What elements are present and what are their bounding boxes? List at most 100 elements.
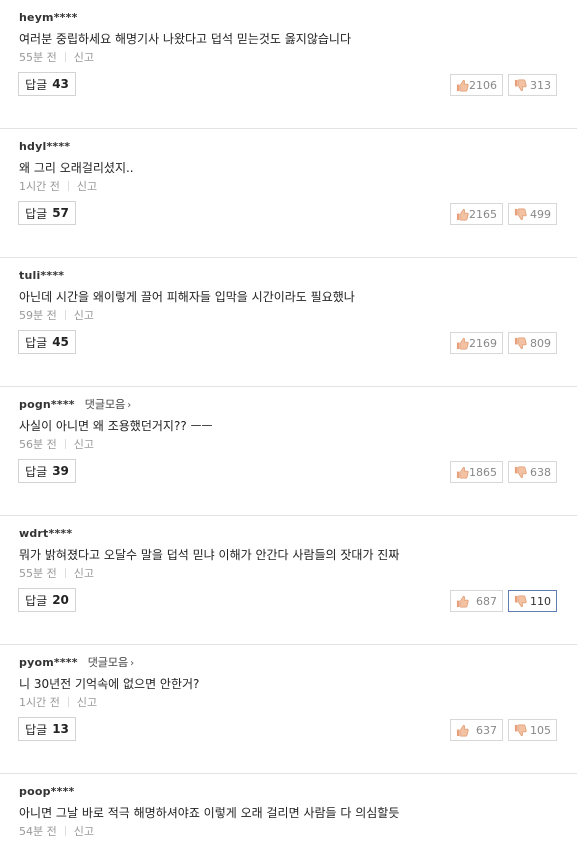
- reply-count: 13: [52, 722, 69, 736]
- comment-item: wdrt**** 뭐가 밝혀졌다고 오달수 말을 덥석 믿냐 이해가 안간다 사람…: [0, 516, 577, 645]
- reply-label: 답글: [25, 335, 48, 350]
- reply-button[interactable]: 답글 13: [18, 717, 76, 741]
- comment-time: 1시간 전: [19, 180, 60, 193]
- comment-time: 59분 전: [19, 309, 57, 322]
- reply-count: 45: [52, 335, 69, 349]
- dislike-count: 110: [530, 594, 551, 608]
- dislike-count: 499: [530, 207, 551, 221]
- comment-author[interactable]: tuli****: [19, 269, 64, 282]
- chevron-right-icon: ›: [127, 400, 132, 411]
- dislike-count: 313: [530, 78, 551, 92]
- comment-author[interactable]: hdyl****: [19, 140, 70, 153]
- comment-item: poop**** 아니면 그날 바로 적극 해명하셔야죠 이렇게 오래 걸리면 사…: [0, 774, 577, 854]
- like-count: 2165: [469, 207, 497, 221]
- like-count: 2106: [469, 78, 497, 92]
- author-line: tuli****: [19, 267, 64, 283]
- thumbs-down-icon: [514, 466, 527, 479]
- comment-item: heym**** 여러분 중립하세요 해명기사 나왔다고 덥석 믿는것도 옳지않습…: [0, 0, 577, 129]
- comment-author[interactable]: wdrt****: [19, 527, 72, 540]
- like-count: 637: [476, 723, 497, 737]
- comment-item: pogn**** 댓글모음 › 사실이 아니면 왜 조용했던거지?? ㅡㅡ 56분 전 신…: [0, 387, 577, 516]
- dislike-button[interactable]: 638: [508, 461, 557, 483]
- like-button[interactable]: 687: [450, 590, 503, 612]
- reply-button[interactable]: 답글 39: [18, 459, 76, 483]
- reply-button[interactable]: 답글 57: [18, 201, 76, 225]
- reply-button[interactable]: 답글 45: [18, 330, 76, 354]
- thumbs-up-icon: [456, 79, 469, 92]
- report-link[interactable]: 신고: [74, 49, 94, 65]
- report-link[interactable]: 신고: [77, 178, 97, 194]
- dislike-count: 638: [530, 465, 551, 479]
- report-link[interactable]: 신고: [74, 436, 94, 452]
- reply-button[interactable]: 답글 20: [18, 588, 76, 612]
- reply-label: 답글: [25, 206, 48, 221]
- like-button[interactable]: 2165: [450, 203, 503, 225]
- like-button[interactable]: 637: [450, 719, 503, 741]
- comment-meta: 59분 전 신고: [19, 307, 94, 323]
- comment-author[interactable]: pyom****: [19, 656, 78, 669]
- thumbs-up-icon: [456, 595, 469, 608]
- comment-text: 왜 그리 오래걸리셨지..: [19, 161, 134, 175]
- like-button[interactable]: 2106: [450, 74, 503, 96]
- author-line: pogn**** 댓글모음 ›: [19, 396, 131, 412]
- comment-item: pyom**** 댓글모음 › 니 30년전 기억속에 없으면 안한거? 1시간 전 신고…: [0, 645, 577, 774]
- like-button[interactable]: 2169: [450, 332, 503, 354]
- reply-button[interactable]: 답글 43: [18, 72, 76, 96]
- meta-divider: [64, 439, 66, 449]
- comment-author[interactable]: pogn****: [19, 398, 75, 411]
- dislike-button[interactable]: 105: [508, 719, 557, 741]
- author-line: wdrt****: [19, 525, 72, 541]
- comment-meta: 54분 전 신고: [19, 823, 94, 839]
- thumbs-down-icon: [514, 208, 527, 221]
- comment-text: 사실이 아니면 왜 조용했던거지?? ㅡㅡ: [19, 419, 213, 433]
- meta-divider: [67, 697, 69, 707]
- comment-text: 뭐가 밝혀졌다고 오달수 말을 덥석 믿냐 이해가 안간다 사람들의 잣대가 진…: [19, 548, 400, 562]
- dislike-button[interactable]: 313: [508, 74, 557, 96]
- report-link[interactable]: 신고: [74, 565, 94, 581]
- comment-collection-label: 댓글모음: [87, 656, 129, 669]
- author-line: heym****: [19, 9, 78, 25]
- reply-label: 답글: [25, 77, 48, 92]
- comment-meta: 56분 전 신고: [19, 436, 94, 452]
- like-count: 687: [476, 594, 497, 608]
- comment-item: hdyl**** 왜 그리 오래걸리셨지.. 1시간 전 신고 답글 57 2165 499: [0, 129, 577, 258]
- comment-meta: 1시간 전 신고: [19, 178, 97, 194]
- comment-text: 니 30년전 기억속에 없으면 안한거?: [19, 677, 200, 691]
- comment-meta: 55분 전 신고: [19, 565, 94, 581]
- comment-author[interactable]: poop****: [19, 785, 74, 798]
- author-line: pyom**** 댓글모음 ›: [19, 654, 134, 670]
- comment-item: tuli**** 아닌데 시간을 왜이렇게 끌어 피해자들 입막을 시간이라도 필…: [0, 258, 577, 387]
- like-count: 1865: [469, 465, 497, 479]
- thumbs-up-icon: [456, 208, 469, 221]
- thumbs-down-icon: [514, 724, 527, 737]
- like-button[interactable]: 1865: [450, 461, 503, 483]
- reply-label: 답글: [25, 593, 48, 608]
- reply-count: 39: [52, 464, 69, 478]
- chevron-right-icon: ›: [130, 658, 135, 669]
- comment-meta: 1시간 전 신고: [19, 694, 97, 710]
- report-link[interactable]: 신고: [74, 307, 94, 323]
- comment-collection-link[interactable]: 댓글모음 ›: [88, 654, 134, 670]
- reply-label: 답글: [25, 722, 48, 737]
- reply-count: 20: [52, 593, 69, 607]
- thumbs-down-icon: [514, 595, 527, 608]
- dislike-button[interactable]: 809: [508, 332, 557, 354]
- thumbs-up-icon: [456, 466, 469, 479]
- thumbs-down-icon: [514, 337, 527, 350]
- meta-divider: [64, 826, 66, 836]
- dislike-count: 105: [530, 723, 551, 737]
- author-line: poop****: [19, 783, 74, 799]
- comment-time: 56분 전: [19, 438, 57, 451]
- thumbs-up-icon: [456, 724, 469, 737]
- comment-author[interactable]: heym****: [19, 11, 78, 24]
- comment-collection-link[interactable]: 댓글모음 ›: [85, 396, 131, 412]
- dislike-button[interactable]: 499: [508, 203, 557, 225]
- meta-divider: [64, 568, 66, 578]
- meta-divider: [64, 52, 66, 62]
- reply-label: 답글: [25, 464, 48, 479]
- dislike-button[interactable]: 110: [508, 590, 557, 612]
- report-link[interactable]: 신고: [74, 823, 94, 839]
- comment-text: 아니면 그날 바로 적극 해명하셔야죠 이렇게 오래 걸리면 사람들 다 의심할…: [19, 806, 400, 820]
- meta-divider: [64, 310, 66, 320]
- report-link[interactable]: 신고: [77, 694, 97, 710]
